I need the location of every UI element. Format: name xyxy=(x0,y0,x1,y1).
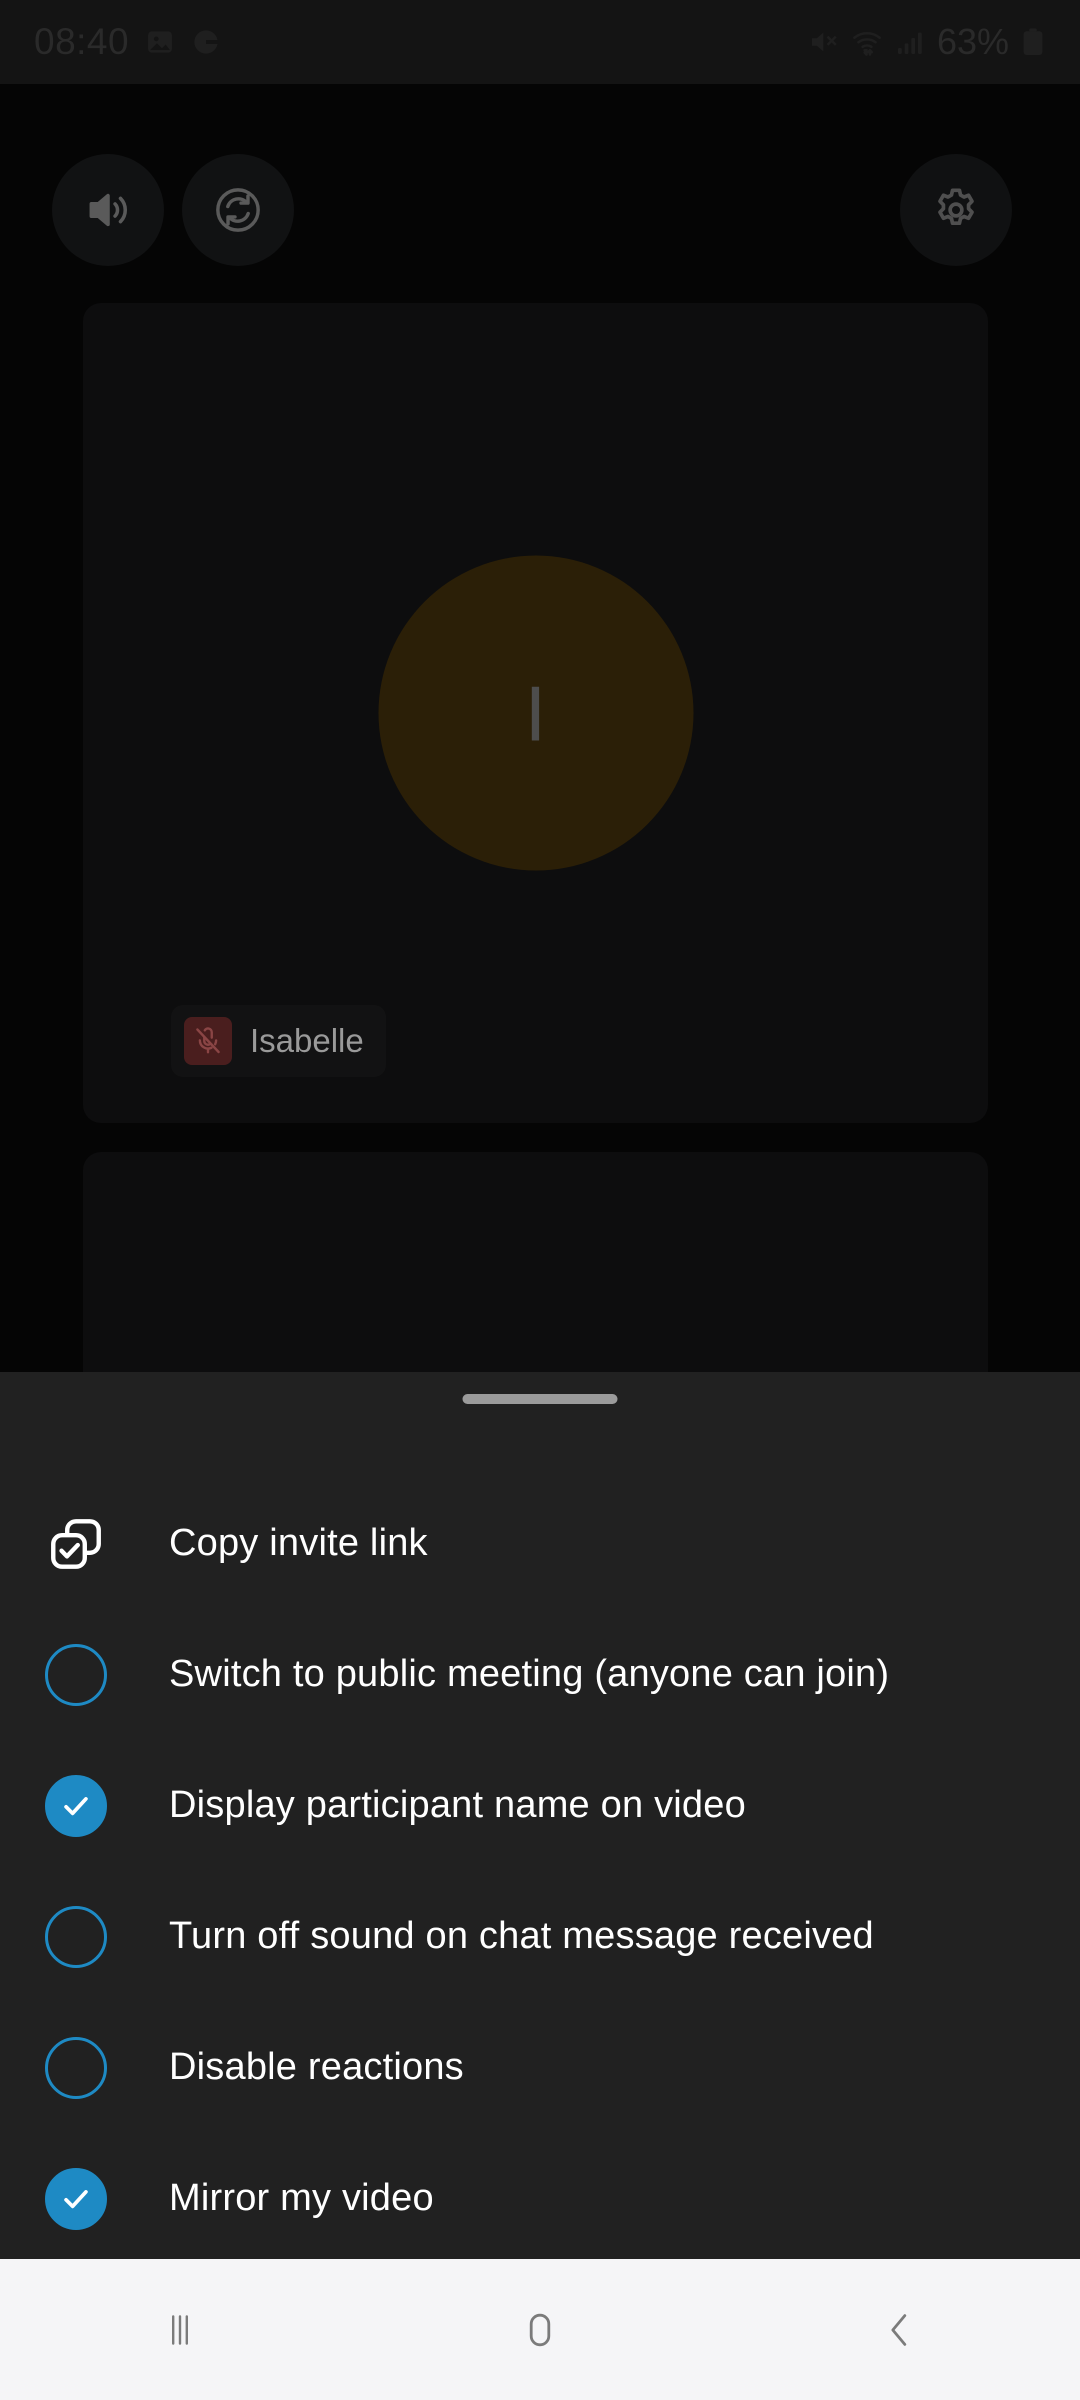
video-tile-primary[interactable]: I Isabelle xyxy=(83,303,988,1123)
menu-item-label: Disable reactions xyxy=(169,2046,464,2088)
wifi-icon xyxy=(851,26,883,58)
home-button[interactable] xyxy=(450,2259,630,2400)
options-bottom-sheet: Copy invite link Switch to public meetin… xyxy=(0,1372,1080,2259)
checkbox-turn-off-chat-sound[interactable] xyxy=(45,1905,107,1968)
participant-name-chip: Isabelle xyxy=(171,1005,386,1077)
menu-item-label: Copy invite link xyxy=(169,1522,428,1564)
mic-off-icon xyxy=(184,1017,232,1065)
battery-percent: 63% xyxy=(936,21,1009,62)
checkbox-mirror-my-video[interactable] xyxy=(45,2167,107,2230)
menu-item-mirror-my-video[interactable]: Mirror my video xyxy=(0,2133,1080,2264)
status-bar-right: 63% xyxy=(808,21,1046,63)
speaker-button[interactable] xyxy=(52,154,164,266)
sheet-drag-handle[interactable] xyxy=(462,1394,618,1404)
phone-screen: I Isabelle 08:40 63% Copy invite link Sw… xyxy=(0,0,1080,2400)
status-bar-left: 08:40 xyxy=(34,21,221,63)
menu-item-label: Turn off sound on chat message received xyxy=(169,1915,874,1957)
signal-icon xyxy=(894,26,926,58)
home-icon xyxy=(516,2306,564,2354)
checkbox-display-participant-name[interactable] xyxy=(45,1774,107,1837)
mute-icon xyxy=(808,26,840,58)
flip-camera-icon xyxy=(212,184,264,236)
menu-item-turn-off-chat-sound[interactable]: Turn off sound on chat message received xyxy=(0,1871,1080,2002)
menu-item-label: Display participant name on video xyxy=(169,1784,746,1826)
android-navigation-bar xyxy=(0,2259,1080,2400)
back-icon xyxy=(876,2306,924,2354)
options-menu: Copy invite link Switch to public meetin… xyxy=(0,1478,1080,2264)
menu-item-display-participant-name[interactable]: Display participant name on video xyxy=(0,1740,1080,1871)
menu-item-disable-reactions[interactable]: Disable reactions xyxy=(0,2002,1080,2133)
speaker-icon xyxy=(83,185,133,235)
menu-item-switch-to-public-meeting[interactable]: Switch to public meeting (anyone can joi… xyxy=(0,1609,1080,1740)
participant-name: Isabelle xyxy=(250,1022,364,1059)
video-tile-secondary[interactable] xyxy=(83,1152,988,1372)
call-top-controls xyxy=(0,150,1080,270)
image-icon xyxy=(145,27,175,57)
menu-item-label: Mirror my video xyxy=(169,2177,434,2219)
checkbox-switch-to-public-meeting[interactable] xyxy=(45,1643,107,1706)
gear-icon xyxy=(930,184,982,236)
checkbox-disable-reactions[interactable] xyxy=(45,2036,107,2099)
google-icon xyxy=(191,27,221,57)
menu-item-label: Switch to public meeting (anyone can joi… xyxy=(169,1653,890,1695)
back-button[interactable] xyxy=(810,2259,990,2400)
copy-check-icon xyxy=(45,1513,131,1575)
battery-icon xyxy=(1020,27,1046,57)
settings-button[interactable] xyxy=(900,154,1012,266)
status-bar-clock: 08:40 xyxy=(34,21,130,62)
menu-item-copy-invite-link[interactable]: Copy invite link xyxy=(0,1478,1080,1609)
recents-icon xyxy=(156,2306,204,2354)
status-bar: 08:40 63% xyxy=(0,0,1080,84)
flip-camera-button[interactable] xyxy=(182,154,294,266)
recents-button[interactable] xyxy=(90,2259,270,2400)
avatar-initial: I xyxy=(524,669,547,757)
avatar: I xyxy=(378,555,693,871)
